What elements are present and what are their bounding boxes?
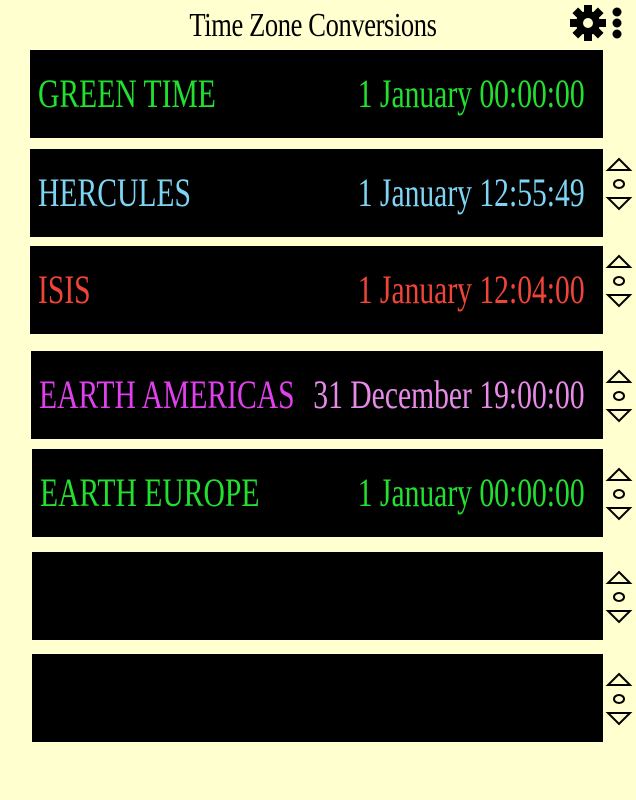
zone-name: EARTH AMERICAS — [39, 372, 295, 417]
time-zone-row[interactable] — [32, 552, 603, 640]
select-circle-icon[interactable] — [604, 692, 634, 706]
reorder-controls — [604, 254, 634, 314]
reorder-controls — [604, 672, 634, 732]
select-circle-icon[interactable] — [604, 389, 634, 403]
move-up-icon[interactable] — [604, 157, 634, 173]
zone-time: 1 January 00:00:00 — [358, 470, 585, 515]
zone-time: 1 January 12:55:49 — [358, 170, 585, 215]
time-zone-row[interactable]: EARTH AMERICAS 31 December 19:00:00 — [31, 351, 603, 439]
move-down-icon[interactable] — [604, 407, 634, 423]
zone-name: ISIS — [38, 267, 91, 312]
select-circle-icon[interactable] — [604, 274, 634, 288]
zone-name: EARTH EUROPE — [40, 470, 260, 515]
move-down-icon[interactable] — [604, 608, 634, 624]
zone-name: HERCULES — [38, 170, 191, 215]
vertical-dots-icon — [612, 7, 622, 39]
gear-icon — [570, 5, 622, 41]
reorder-controls — [604, 570, 634, 630]
move-up-icon[interactable] — [604, 369, 634, 385]
time-zone-row[interactable]: HERCULES 1 January 12:55:49 — [30, 149, 603, 237]
move-down-icon[interactable] — [604, 505, 634, 521]
select-circle-icon[interactable] — [604, 590, 634, 604]
time-zone-row[interactable]: ISIS 1 January 12:04:00 — [30, 246, 603, 334]
time-zone-row[interactable] — [32, 654, 603, 742]
move-down-icon[interactable] — [604, 195, 634, 211]
reorder-controls — [604, 467, 634, 527]
time-zone-row[interactable]: EARTH EUROPE 1 January 00:00:00 — [32, 449, 603, 537]
move-up-icon[interactable] — [604, 672, 634, 688]
time-zone-row[interactable]: GREEN TIME 1 January 00:00:00 — [30, 50, 603, 138]
zone-time: 1 January 00:00:00 — [358, 71, 585, 116]
move-down-icon[interactable] — [604, 710, 634, 726]
reorder-controls — [604, 369, 634, 429]
move-up-icon[interactable] — [604, 467, 634, 483]
select-circle-icon[interactable] — [604, 177, 634, 191]
reorder-controls — [604, 157, 634, 217]
zone-time: 31 December 19:00:00 — [313, 372, 585, 417]
page-title: Time Zone Conversions — [189, 7, 437, 44]
move-up-icon[interactable] — [604, 254, 634, 270]
zone-time: 1 January 12:04:00 — [358, 267, 585, 312]
move-down-icon[interactable] — [604, 292, 634, 308]
settings-menu-button[interactable] — [568, 4, 634, 42]
move-up-icon[interactable] — [604, 570, 634, 586]
select-circle-icon[interactable] — [604, 487, 634, 501]
zone-name: GREEN TIME — [38, 71, 216, 116]
